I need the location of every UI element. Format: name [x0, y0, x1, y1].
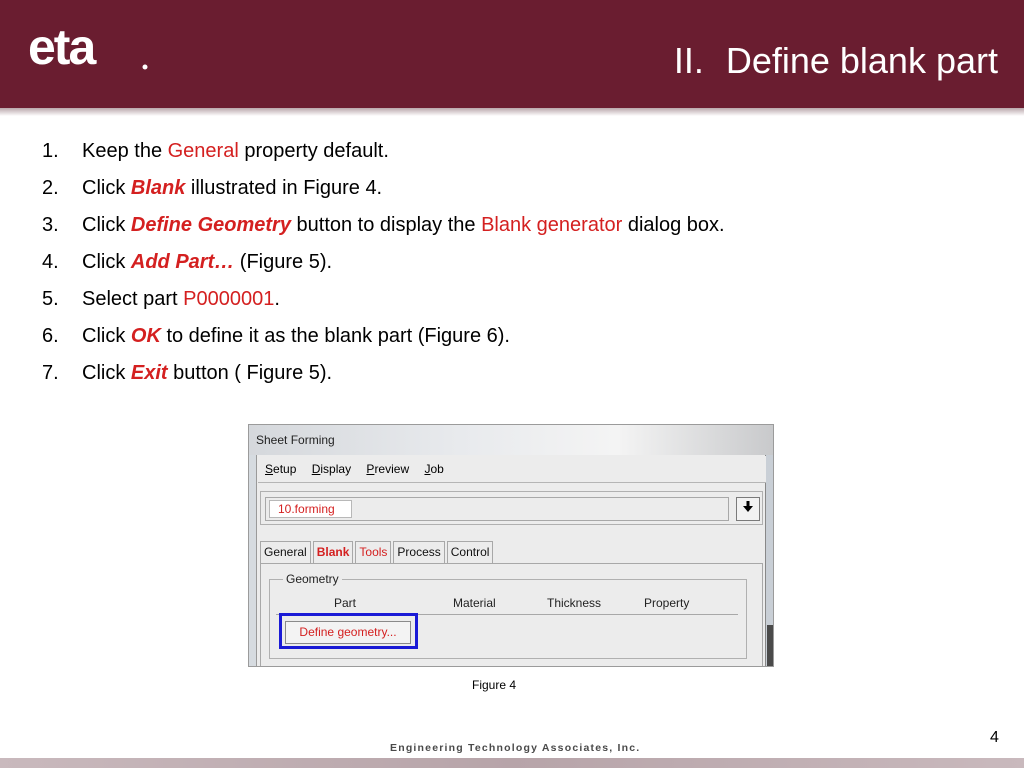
eta-logo: eta — [28, 24, 148, 72]
menu-divider — [258, 482, 766, 483]
step-number: 5. — [42, 288, 59, 310]
step-item: 2. Click Blank illustrated in Figure 4. — [42, 174, 982, 211]
step-text-part: . — [274, 288, 280, 310]
step-keyword: Define Geometry — [130, 214, 291, 236]
column-property: Property — [644, 596, 690, 610]
stage-combo[interactable]: 10.forming — [265, 497, 729, 521]
step-text-part: Click — [82, 177, 131, 199]
step-keyword: P0000001 — [183, 288, 275, 310]
step-number: 4. — [42, 251, 59, 273]
step-text-part: Keep the — [82, 140, 168, 162]
menu-bar: Setup Display Preview Job — [258, 456, 766, 482]
stage-combo-group: 10.forming — [260, 491, 763, 525]
slide-title: II. Define blank part — [674, 40, 998, 82]
step-number: 6. — [42, 325, 59, 347]
step-number: 7. — [42, 362, 59, 384]
menu-job[interactable]: Job — [424, 462, 443, 476]
window-title: Sheet Forming — [249, 425, 773, 455]
combo-dropdown-button[interactable] — [736, 497, 760, 521]
arrow-down-icon — [743, 501, 753, 512]
step-keyword: Blank generator — [481, 214, 623, 236]
tab-general[interactable]: General — [260, 541, 311, 563]
steps-list: 1. Keep the General property default. 2. Cl… — [42, 137, 982, 396]
step-text: Click Add Part… (Figure 5). — [82, 248, 332, 285]
step-text-part: (Figure 5). — [234, 251, 333, 273]
stage-combo-value: 10.forming — [269, 500, 352, 518]
step-item: 3. Click Define Geometry button to displa… — [42, 211, 982, 248]
step-text: Click Exit button ( Figure 5). — [82, 359, 332, 396]
menu-setup[interactable]: Setup — [265, 462, 296, 476]
step-text-part: illustrated in Figure 4. — [185, 177, 383, 199]
tab-process[interactable]: Process — [393, 541, 445, 563]
step-keyword: Exit — [130, 362, 168, 384]
step-text: Keep the General property default. — [82, 137, 389, 174]
step-text-part: Click — [82, 251, 131, 273]
menu-preview[interactable]: Preview — [366, 462, 409, 476]
tab-blank[interactable]: Blank — [312, 541, 354, 563]
step-text-part: button to display the — [290, 214, 482, 236]
footer-band — [0, 758, 1024, 768]
figure-caption: Figure 4 — [472, 678, 517, 692]
page-number: 4 — [990, 729, 999, 746]
tab-control[interactable]: Control — [446, 541, 494, 563]
step-text-part: property default. — [238, 140, 389, 162]
step-keyword: Add Part… — [130, 251, 235, 273]
step-text-part: Click — [82, 362, 131, 384]
step-number: 3. — [42, 214, 59, 236]
step-text-part: Click — [82, 214, 131, 236]
figure-sheet-forming: Sheet Forming Setup Display Preview Job … — [248, 424, 774, 667]
step-text-part: button ( Figure 5). — [167, 362, 333, 384]
step-number: 2. — [42, 177, 59, 199]
header-shadow — [0, 108, 1024, 116]
menu-display[interactable]: Display — [312, 462, 351, 476]
window-left-frame — [249, 455, 257, 666]
geometry-group-title: Geometry — [283, 572, 342, 586]
step-item: 1. Keep the General property default. — [42, 137, 982, 174]
step-text-part: dialog box. — [622, 214, 725, 236]
column-thickness: Thickness — [547, 596, 602, 610]
footer-company: Engineering Technology Associates, Inc. — [390, 742, 641, 754]
step-text: Click Blank illustrated in Figure 4. — [82, 174, 382, 211]
step-item: 4. Click Add Part… (Figure 5). — [42, 248, 982, 285]
tab-tools[interactable]: Tools — [355, 541, 392, 563]
step-number: 1. — [42, 140, 59, 162]
step-text-part: Select part — [82, 288, 184, 310]
step-text-part: Click — [82, 325, 131, 347]
step-text-part: to define it as the blank part (Figure 6… — [160, 325, 510, 347]
step-keyword: Blank — [130, 177, 186, 199]
column-part: Part — [334, 596, 357, 610]
window-right-edge — [767, 625, 773, 666]
step-text: Click OK to define it as the blank part … — [82, 322, 510, 359]
slide-title-text: Define blank part — [725, 40, 998, 81]
step-text: Click Define Geometry button to display … — [82, 211, 725, 248]
step-item: 5. Select part P0000001. — [42, 285, 982, 322]
column-material: Material — [453, 596, 496, 610]
selection-highlight-box — [279, 613, 418, 649]
step-keyword: General — [167, 140, 239, 162]
step-keyword: OK — [130, 325, 161, 347]
slide-title-number: II. — [673, 40, 704, 81]
tab-bar: General Blank Tools Process Control — [260, 541, 495, 563]
step-item: 6. Click OK to define it as the blank par… — [42, 322, 982, 359]
svg-text:eta: eta — [28, 24, 97, 72]
step-item: 7. Click Exit button ( Figure 5). — [42, 359, 982, 396]
step-text: Select part P0000001. — [82, 285, 280, 322]
